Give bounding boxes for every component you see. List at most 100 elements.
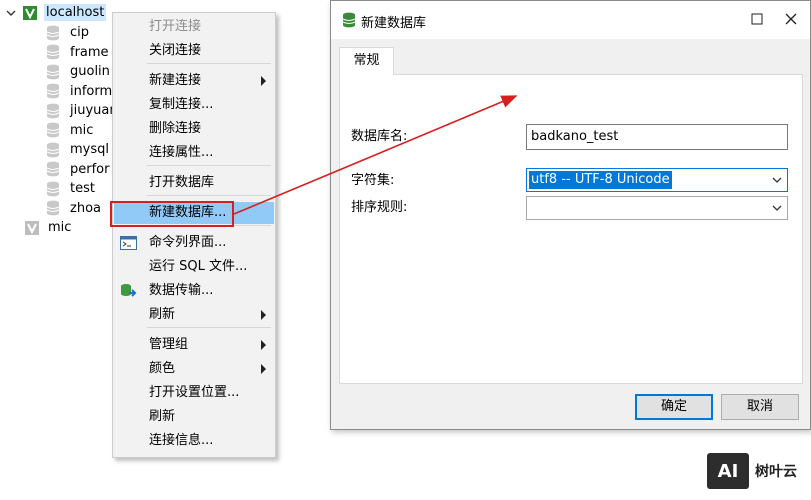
- tree-database-label: perfor: [70, 161, 110, 177]
- tree-item-database[interactable]: jiuyuan: [46, 101, 120, 120]
- terminal-icon: [120, 235, 137, 251]
- menu-item-label: 颜色: [149, 361, 176, 376]
- chevron-down-icon[interactable]: [4, 6, 18, 20]
- tab-general[interactable]: 常规: [339, 47, 394, 75]
- menu-item-label: 数据传输...: [149, 283, 214, 298]
- general-panel: 数据库名: badkano_test 字符集: utf8 -- UTF-8 Un…: [339, 74, 803, 384]
- menu-separator: [147, 63, 271, 64]
- database-icon: [46, 161, 60, 177]
- new-database-dialog: 新建数据库 常规 数据库名: badkano_test 字符集: utf8 --…: [330, 0, 811, 430]
- tree-item-database[interactable]: frame: [46, 43, 111, 62]
- tree-item-database[interactable]: zhoa: [46, 199, 103, 218]
- tree-database-label: mysql: [70, 142, 109, 157]
- collation-label: 排序规则:: [351, 200, 408, 215]
- context-menu: 打开连接 关闭连接 新建连接 复制连接... 删除连接 连接属性... 打开数据库 新建数据库…: [112, 12, 276, 458]
- menu-item[interactable]: 打开连接: [114, 16, 274, 38]
- database-icon: [46, 200, 60, 216]
- database-icon: [46, 44, 60, 60]
- dialog-body: 常规 数据库名: badkano_test 字符集: utf8 -- UTF-8…: [331, 39, 810, 429]
- tree-item-mic-connection[interactable]: mic: [24, 218, 73, 237]
- menu-item-label: 刷新: [149, 409, 176, 424]
- data-transfer-icon: [120, 283, 137, 299]
- menu-item[interactable]: 关闭连接: [114, 40, 274, 62]
- menu-item-label: 打开连接: [149, 19, 202, 34]
- menu-item-label: 连接信息...: [149, 433, 214, 448]
- charset-value: utf8 -- UTF-8 Unicode: [529, 171, 672, 189]
- tree-item-localhost[interactable]: localhost: [4, 3, 107, 22]
- submenu-arrow-icon: [261, 340, 266, 350]
- close-button[interactable]: [778, 7, 804, 31]
- menu-item[interactable]: 打开设置位置...: [114, 382, 274, 404]
- menu-item[interactable]: 管理组: [114, 334, 274, 356]
- maximize-button[interactable]: [744, 7, 770, 31]
- menu-item[interactable]: 新建连接: [114, 70, 274, 92]
- tree-connection-label: localhost: [44, 4, 107, 21]
- menu-item[interactable]: 打开数据库: [114, 172, 274, 194]
- submenu-arrow-icon: [261, 76, 266, 86]
- menu-item-label: 新建连接: [149, 73, 202, 88]
- menu-item-label: 管理组: [149, 337, 189, 352]
- tree-database-label: inform: [70, 83, 113, 99]
- menu-item-label: 刷新: [149, 307, 176, 322]
- database-icon: [46, 83, 60, 99]
- tree-item-database[interactable]: guolin: [46, 62, 112, 81]
- watermark-text: 树叶云: [755, 464, 797, 480]
- tree-item-database[interactable]: perfor: [46, 160, 111, 179]
- tree-item-database[interactable]: mic: [46, 121, 95, 140]
- watermark-logo: AI: [707, 453, 749, 489]
- tree-item-database[interactable]: inform: [46, 82, 114, 101]
- submenu-arrow-icon: [261, 310, 266, 320]
- menu-separator: [147, 165, 271, 166]
- menu-item[interactable]: 运行 SQL 文件...: [114, 256, 274, 278]
- tree-item-database[interactable]: cip: [46, 23, 91, 42]
- menu-item-label: 运行 SQL 文件...: [149, 259, 248, 274]
- menu-item-label: 打开数据库: [149, 175, 215, 190]
- menu-item-label: 打开设置位置...: [149, 385, 240, 400]
- annotation-highlight-box: [110, 201, 234, 227]
- menu-item[interactable]: 复制连接...: [114, 94, 274, 116]
- menu-item-label: 命令列界面...: [149, 235, 227, 250]
- tree-item-database[interactable]: test: [46, 179, 97, 198]
- menu-item[interactable]: 刷新: [114, 304, 274, 326]
- collation-select[interactable]: [526, 196, 788, 220]
- database-icon: [46, 142, 60, 158]
- mysql-connection-icon: [22, 5, 38, 21]
- ok-button[interactable]: 确定: [635, 394, 713, 420]
- chevron-down-icon: [771, 174, 783, 186]
- menu-item-label: 关闭连接: [149, 43, 202, 58]
- menu-item[interactable]: 数据传输...: [114, 280, 274, 302]
- tree-database-label: mic: [70, 122, 94, 138]
- dialog-title: 新建数据库: [361, 16, 427, 31]
- db-name-input[interactable]: badkano_test: [526, 124, 788, 150]
- tree-database-label: test: [70, 181, 95, 196]
- tree-item-database[interactable]: mysql: [46, 140, 111, 159]
- dialog-titlebar[interactable]: 新建数据库: [331, 1, 810, 39]
- tree-connection-label: mic: [48, 220, 72, 235]
- connection-icon: [24, 220, 40, 236]
- database-icon: [46, 103, 60, 119]
- menu-item-label: 删除连接: [149, 121, 202, 136]
- submenu-arrow-icon: [261, 364, 266, 374]
- menu-separator: [147, 195, 271, 196]
- menu-item[interactable]: 命令列界面...: [114, 232, 274, 254]
- menu-item-label: 连接属性...: [149, 145, 214, 160]
- tree-database-label: frame: [70, 44, 109, 60]
- database-icon: [342, 12, 356, 28]
- database-icon: [46, 25, 60, 41]
- charset-label: 字符集:: [351, 173, 395, 188]
- close-icon: [785, 13, 797, 25]
- db-name-label: 数据库名:: [351, 129, 408, 144]
- menu-item[interactable]: 刷新: [114, 406, 274, 428]
- database-icon: [46, 122, 60, 138]
- cancel-button[interactable]: 取消: [721, 394, 799, 420]
- menu-item[interactable]: 连接属性...: [114, 142, 274, 164]
- menu-separator: [147, 327, 271, 328]
- charset-select[interactable]: utf8 -- UTF-8 Unicode: [526, 168, 788, 192]
- tree-database-label: guolin: [70, 64, 110, 79]
- database-icon: [46, 64, 60, 80]
- watermark: AI 树叶云: [707, 452, 797, 490]
- menu-item[interactable]: 删除连接: [114, 118, 274, 140]
- tree-database-label: zhoa: [70, 200, 101, 216]
- menu-item[interactable]: 连接信息...: [114, 430, 274, 452]
- menu-item[interactable]: 颜色: [114, 358, 274, 380]
